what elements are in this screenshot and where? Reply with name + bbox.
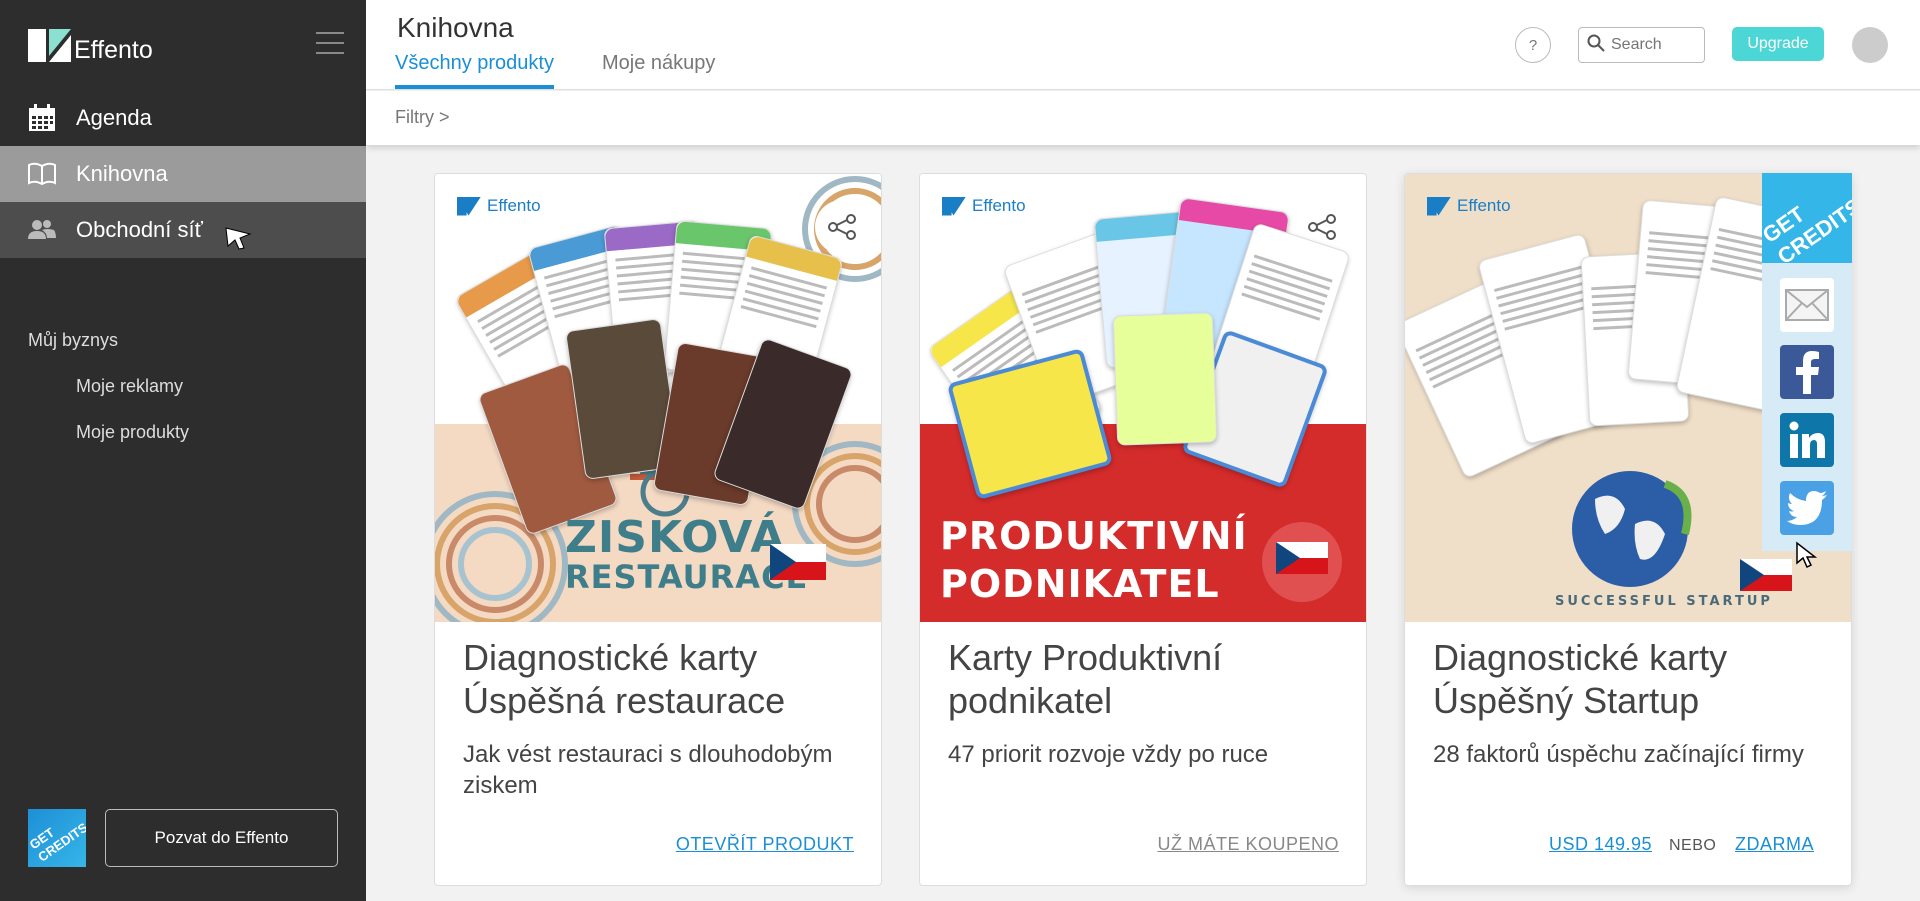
sidebar-item-knihovna[interactable]: Knihovna bbox=[0, 146, 366, 202]
image-title: SUCCESSFUL STARTUP bbox=[1555, 594, 1773, 609]
search-box[interactable] bbox=[1578, 27, 1705, 63]
mouse-cursor-icon bbox=[225, 227, 252, 250]
sidebar-item-agenda[interactable]: Agenda bbox=[0, 90, 366, 146]
czech-flag-icon bbox=[1740, 559, 1792, 591]
flag-badge bbox=[1262, 522, 1342, 602]
or-label: NEBO bbox=[1669, 837, 1717, 854]
people-icon bbox=[28, 216, 56, 244]
sidebar-item-label: Agenda bbox=[76, 105, 152, 130]
business-section-title: Můj byznys bbox=[28, 330, 119, 350]
upgrade-button[interactable]: Upgrade bbox=[1732, 27, 1824, 61]
product-title: Diagnostické karty Úspěšný Startup bbox=[1433, 637, 1728, 721]
email-icon bbox=[1785, 289, 1829, 321]
product-title: Diagnostické karty Úspěšná restaurace bbox=[463, 637, 786, 721]
product-subtitle: 28 faktorů úspěchu začínající firmy bbox=[1433, 741, 1804, 768]
invite-button[interactable]: Pozvat do Effento bbox=[105, 809, 338, 867]
search-input[interactable] bbox=[1611, 36, 1691, 54]
share-button[interactable] bbox=[815, 200, 869, 254]
filters-toggle[interactable]: Filtry > bbox=[395, 107, 450, 128]
page-title: Knihovna bbox=[397, 12, 514, 43]
globe-icon bbox=[1572, 471, 1692, 587]
filter-bar: Filtry > bbox=[366, 91, 1920, 145]
twitter-icon bbox=[1787, 491, 1827, 525]
search-icon bbox=[1587, 34, 1605, 57]
sidebar-link-moje-reklamy[interactable]: Moje reklamy bbox=[76, 376, 183, 397]
product-subtitle: Jak vést restauraci s dlouhodobým ziskem bbox=[463, 741, 833, 799]
calendar-icon bbox=[28, 104, 56, 132]
share-button[interactable] bbox=[1295, 200, 1349, 254]
card-brand-logo: Effento bbox=[1427, 196, 1511, 216]
product-card-produktivni[interactable]: Effento PRODUKTIVNÍ PODNIKATEL Karty Pro… bbox=[919, 173, 1367, 886]
card-brand-logo: Effento bbox=[457, 196, 541, 216]
sidebar-item-label: Obchodní síť bbox=[76, 217, 203, 242]
product-subtitle: 47 priorit rozvoje vždy po ruce bbox=[948, 741, 1269, 768]
email-share-button[interactable] bbox=[1780, 278, 1834, 332]
buy-price-link[interactable]: USD 149.95 bbox=[1549, 834, 1652, 855]
tab-my-purchases[interactable]: Moje nákupy bbox=[602, 52, 715, 85]
credits-text: GET CREDITS bbox=[1762, 193, 1852, 263]
product-image: Effento PRODUKTIVNÍ PODNIKATEL bbox=[920, 174, 1366, 622]
mouse-cursor-icon bbox=[1796, 541, 1818, 569]
sidebar: Effento Agenda Knihovna Obchodní síť Můj… bbox=[0, 0, 366, 901]
open-product-link[interactable]: OTEVŘÍT PRODUKT bbox=[676, 834, 854, 855]
book-icon bbox=[28, 160, 56, 188]
card-brand-logo: Effento bbox=[942, 196, 1026, 216]
top-header: Knihovna Všechny produkty Moje nákupy ? … bbox=[366, 0, 1920, 90]
sidebar-item-obchodni-sit[interactable]: Obchodní síť bbox=[0, 202, 366, 258]
facebook-share-button[interactable] bbox=[1780, 345, 1834, 399]
image-title-line1: PRODUKTIVNÍ bbox=[940, 514, 1248, 558]
free-link[interactable]: ZDARMA bbox=[1735, 834, 1814, 855]
tab-all-products[interactable]: Všechny produkty bbox=[395, 52, 554, 89]
image-title-line1: ZISKOVÁ bbox=[565, 512, 786, 563]
sidebar-item-label: Knihovna bbox=[76, 161, 168, 186]
czech-flag-icon bbox=[770, 544, 826, 580]
share-panel: GET CREDITS bbox=[1762, 173, 1852, 551]
twitter-share-button[interactable] bbox=[1780, 481, 1834, 535]
product-card-restaurace[interactable]: Effento ZISKOVÁ RESTAURACE Diagnostické … bbox=[434, 173, 882, 886]
linkedin-icon bbox=[1789, 421, 1825, 458]
share-icon bbox=[828, 214, 856, 240]
image-title-line2: PODNIKATEL bbox=[940, 562, 1220, 606]
effento-logo[interactable]: Effento bbox=[28, 26, 153, 65]
menu-toggle-icon[interactable] bbox=[316, 32, 344, 54]
get-credits-button[interactable]: GET CREDITS bbox=[1762, 173, 1852, 263]
product-image: Effento ZISKOVÁ RESTAURACE bbox=[435, 174, 881, 622]
already-purchased-link[interactable]: UŽ MÁTE KOUPENO bbox=[1157, 834, 1339, 855]
linkedin-share-button[interactable] bbox=[1780, 413, 1834, 467]
effento-logo-icon bbox=[28, 29, 71, 62]
brand-name: Effento bbox=[74, 36, 153, 64]
help-button[interactable]: ? bbox=[1515, 27, 1551, 63]
share-icon bbox=[1308, 214, 1336, 240]
credits-text: GET CREDITS bbox=[28, 819, 86, 865]
czech-flag-icon bbox=[1276, 542, 1328, 574]
get-credits-badge[interactable]: GET CREDITS bbox=[28, 809, 86, 867]
product-title: Karty Produktivní podnikatel bbox=[948, 637, 1223, 721]
facebook-icon bbox=[1796, 351, 1819, 394]
sidebar-link-moje-produkty[interactable]: Moje produkty bbox=[76, 422, 189, 443]
avatar[interactable] bbox=[1852, 27, 1888, 63]
